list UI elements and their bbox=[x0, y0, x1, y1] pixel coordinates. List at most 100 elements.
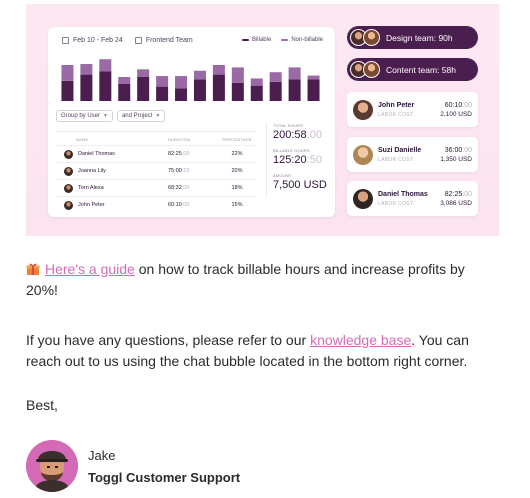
report-card: Feb 10 - Feb 24 Frontend Team Billable N… bbox=[48, 27, 335, 217]
row-percentage: 15% bbox=[231, 202, 243, 208]
sender-role: Toggl Customer Support bbox=[88, 469, 241, 485]
row-duration: 60:10 bbox=[168, 202, 182, 208]
person-time: 36:00 bbox=[444, 146, 463, 154]
row-duration-seconds: :00 bbox=[181, 185, 190, 191]
legend-nonbillable-swatch bbox=[281, 39, 289, 41]
bar-nonbillable bbox=[175, 76, 188, 89]
person-name: John Peter bbox=[378, 101, 415, 109]
bar-nonbillable bbox=[118, 77, 131, 84]
labor-cost-label: LABOR COST: bbox=[378, 200, 415, 207]
bar-nonbillable bbox=[269, 72, 282, 82]
bar-billable bbox=[307, 79, 320, 101]
bar-billable bbox=[99, 71, 112, 101]
questions-text-start: If you have any questions, please refer … bbox=[26, 332, 311, 348]
user-hours-table: NAME DURATION PERCENTAGE Daniel Thomas 8… bbox=[56, 131, 256, 213]
row-duration-seconds: :15 bbox=[181, 168, 190, 174]
avatar bbox=[353, 99, 373, 120]
billable-hours-seconds: :50 bbox=[306, 154, 322, 166]
table-row[interactable]: John Peter 60:10:00 15% bbox=[56, 196, 256, 213]
project-filter[interactable]: Frontend Team bbox=[134, 37, 193, 44]
questions-paragraph: If you have any questions, please refer … bbox=[26, 330, 496, 372]
person-card-john-peter[interactable]: John Peter 60:10:00 LABOR COST: 2,100 US… bbox=[347, 92, 478, 127]
row-duration-seconds: :00 bbox=[181, 151, 190, 157]
table-row[interactable]: Joanna Lily 75:00:15 20% bbox=[56, 162, 256, 179]
bar-nonbillable bbox=[212, 65, 225, 75]
avatar bbox=[353, 144, 373, 165]
avatar bbox=[363, 61, 380, 78]
bar-billable bbox=[61, 80, 74, 101]
bar-nonbillable bbox=[288, 67, 301, 80]
bar-billable bbox=[231, 82, 244, 101]
gift-icon bbox=[26, 261, 40, 275]
labor-cost-value: 1,350 USD bbox=[440, 155, 472, 163]
bar-billable bbox=[175, 88, 188, 101]
bar-nonbillable bbox=[250, 78, 263, 86]
date-range-filter[interactable]: Feb 10 - Feb 24 bbox=[62, 37, 123, 44]
date-range-label: Feb 10 - Feb 24 bbox=[73, 37, 123, 44]
person-name: Suzi Danielle bbox=[378, 146, 422, 154]
design-team-label: Design team: 90h bbox=[386, 32, 453, 43]
total-hours-label: TOTAL HOURS bbox=[273, 123, 304, 128]
bar-billable bbox=[137, 77, 150, 101]
avatar bbox=[353, 188, 373, 209]
bar-nonbillable bbox=[61, 65, 74, 81]
sign-off: Best, bbox=[26, 397, 58, 413]
bar-nonbillable bbox=[307, 75, 320, 80]
avatar bbox=[64, 149, 73, 159]
person-time: 82:25 bbox=[444, 190, 463, 198]
billable-hours-label: BILLABLE HOURS bbox=[273, 148, 310, 153]
person-card-daniel-thomas[interactable]: Daniel Thomas 82:25:00 LABOR COST: 3,086… bbox=[347, 181, 478, 216]
row-duration-seconds: :00 bbox=[181, 202, 190, 208]
and-project-label: and Project bbox=[121, 113, 153, 119]
billable-hours-value: 125:20 bbox=[273, 154, 307, 166]
legend-nonbillable-label: Non-billable bbox=[291, 37, 323, 43]
total-hours-seconds: :00 bbox=[306, 129, 322, 141]
and-project-dropdown[interactable]: and Project ▼ bbox=[116, 110, 166, 122]
labor-cost-label: LABOR COST: bbox=[378, 156, 415, 163]
project-icon bbox=[134, 37, 142, 44]
row-percentage: 22% bbox=[231, 151, 243, 157]
table-row[interactable]: Torri Alexa 68:32:00 18% bbox=[56, 179, 256, 196]
bar-nonbillable bbox=[137, 69, 150, 77]
bar-billable bbox=[250, 85, 263, 101]
guide-paragraph: Here's a guide on how to track billable … bbox=[26, 259, 496, 301]
table-row[interactable]: Daniel Thomas 82:25:00 22% bbox=[56, 145, 256, 162]
bar-billable bbox=[212, 74, 225, 101]
row-name: Daniel Thomas bbox=[78, 151, 115, 157]
avatar bbox=[64, 200, 73, 210]
header-duration: DURATION bbox=[168, 137, 191, 142]
sender-name: Jake bbox=[88, 447, 116, 463]
design-team-pill[interactable]: Design team: 90h bbox=[347, 26, 478, 49]
content-team-pill[interactable]: Content team: 58h bbox=[347, 58, 478, 81]
legend-billable-swatch bbox=[241, 39, 249, 41]
row-percentage: 18% bbox=[231, 185, 243, 191]
row-name: Torri Alexa bbox=[78, 185, 104, 191]
person-time: 60:10 bbox=[444, 101, 463, 109]
knowledge-base-link[interactable]: knowledge base bbox=[310, 332, 411, 348]
bar-nonbillable bbox=[156, 76, 169, 87]
avatar bbox=[26, 440, 78, 492]
bar-nonbillable bbox=[99, 59, 112, 72]
avatar bbox=[363, 29, 380, 46]
legend-billable: Billable bbox=[241, 37, 271, 43]
group-by-dropdown[interactable]: Group by User ▼ bbox=[56, 110, 113, 122]
labor-cost-label: LABOR COST: bbox=[378, 111, 415, 118]
guide-link[interactable]: Here's a guide bbox=[45, 261, 135, 277]
labor-cost-value: 2,100 USD bbox=[440, 110, 472, 118]
bar-billable bbox=[269, 81, 282, 101]
person-time-seconds: :00 bbox=[462, 101, 472, 109]
row-duration: 75:00 bbox=[168, 168, 182, 174]
amount-value: 7,500 USD bbox=[273, 179, 327, 191]
bar-billable bbox=[288, 79, 301, 101]
bar-billable bbox=[193, 79, 206, 101]
amount-label: AMOUNT bbox=[273, 173, 292, 178]
content-team-label: Content team: 58h bbox=[386, 64, 456, 75]
signature: Jake Toggl Customer Support bbox=[26, 440, 240, 492]
total-hours-value: 200:58 bbox=[273, 129, 307, 141]
person-card-suzi-danielle[interactable]: Suzi Danielle 36:00:00 LABOR COST: 1,350… bbox=[347, 137, 478, 172]
project-filter-label: Frontend Team bbox=[145, 37, 193, 44]
person-time-seconds: :00 bbox=[462, 190, 472, 198]
chart-legend: Billable Non-billable bbox=[241, 37, 323, 43]
header-percentage: PERCENTAGE bbox=[222, 137, 252, 142]
bar-billable bbox=[80, 74, 93, 101]
